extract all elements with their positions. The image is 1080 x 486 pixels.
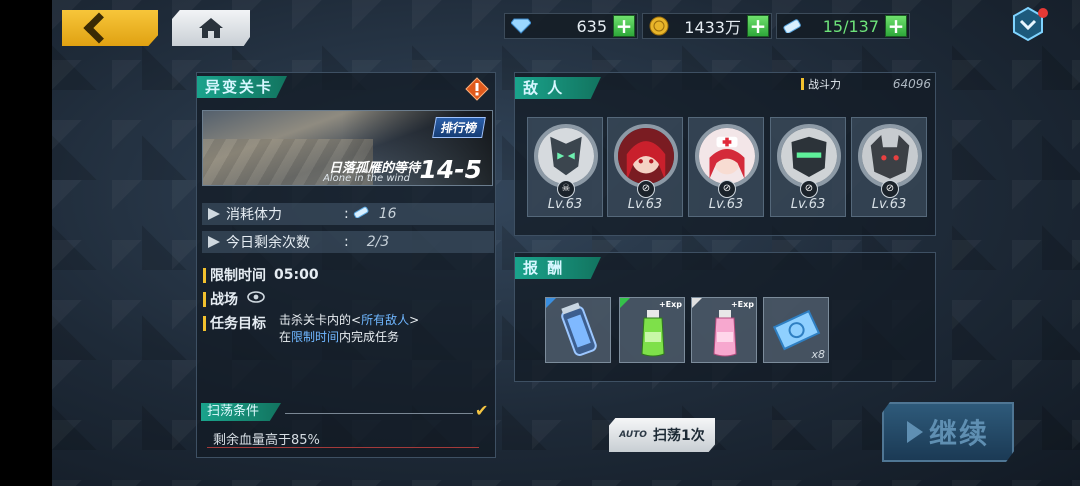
sweep-label: 扫荡1次 [652, 428, 705, 444]
stamina-cost-row: 消耗体力 : 16 [202, 203, 494, 225]
sweep-condition-title: 扫荡条件 [201, 403, 281, 421]
enemy-card[interactable]: ⊘ Lv.63 [851, 117, 927, 217]
item-count: x8 [811, 348, 825, 361]
enemy-level: Lv.63 [790, 197, 826, 212]
reward-item[interactable]: +Exp [619, 297, 685, 363]
exp-tag: +Exp [658, 300, 682, 309]
stamina-value: 15/137 [822, 16, 879, 36]
reward-item[interactable] [545, 297, 611, 363]
leaderboard-button[interactable]: 排行榜 [432, 117, 486, 138]
slash-type-icon: ⊘ [800, 180, 818, 198]
reward-panel: 报 酬 +Exp +Exp x8 [514, 252, 936, 382]
stamina-syringe-icon [781, 14, 805, 38]
attempts-row: 今日剩余次数 : 2/3 [202, 231, 494, 253]
slash-type-icon: ⊘ [881, 180, 899, 198]
arrow-icon [208, 236, 220, 248]
cost-separator: : [344, 206, 349, 222]
stage-panel-title: 异变关卡 [197, 76, 287, 98]
divider [285, 413, 473, 414]
continue-label: 继续 [928, 417, 989, 450]
attempts-label: 今日剩余次数 [226, 235, 310, 251]
stamina-counter: 15/137 + [776, 13, 910, 39]
home-icon [199, 18, 223, 38]
enemy-panel-title: 敌 人 [515, 77, 601, 99]
notification-dot [1038, 8, 1048, 18]
enemy-portrait-nurse [695, 124, 759, 188]
diamond-icon [509, 14, 533, 38]
enemy-level: Lv.63 [627, 197, 663, 212]
time-value: 05:00 [274, 267, 319, 283]
power-label: 战斗力 [808, 78, 841, 91]
combat-power: 战斗力 64096 [801, 75, 935, 93]
reward-item[interactable]: +Exp [691, 297, 757, 363]
enemy-portrait-red-hair [614, 124, 678, 188]
eye-icon[interactable] [246, 290, 266, 308]
enemy-level: Lv.63 [708, 197, 744, 212]
skull-type-icon: ☠ [557, 180, 575, 198]
sweep-once-button[interactable]: AUTO 扫荡1次 [609, 418, 715, 452]
add-gold-button[interactable]: + [747, 15, 769, 37]
enemy-portrait-armored [534, 124, 598, 188]
enemy-card[interactable]: ⊘ Lv.63 [607, 117, 683, 217]
stage-subtitle: Alone in the wind [323, 173, 410, 184]
back-button[interactable] [62, 10, 158, 46]
gems-counter: 635 + [504, 13, 638, 39]
reward-item[interactable]: x8 [763, 297, 829, 363]
gems-value: 635 [576, 16, 607, 36]
attempts-value: 2/3 [366, 234, 390, 250]
sweep-condition-text: 剩余血量高于85% [213, 433, 320, 448]
stage-info-panel: 异变关卡 排行榜 日落孤雁的等待 Alone in the wind 14-5 … [196, 72, 496, 458]
enemy-card[interactable]: ☠ Lv.63 [527, 117, 603, 217]
enemy-level: Lv.63 [547, 197, 583, 212]
add-gems-button[interactable]: + [613, 15, 635, 37]
stamina-syringe-icon [353, 206, 371, 222]
time-label: 限制时间 [210, 268, 266, 284]
cost-label: 消耗体力 [226, 207, 282, 223]
enemy-portrait-beast [858, 124, 922, 188]
enemy-level: Lv.63 [871, 197, 907, 212]
slash-type-icon: ⊘ [637, 180, 655, 198]
goal-line-1: 击杀关卡内的<所有敌人> [279, 313, 420, 327]
condition-underline [207, 447, 479, 448]
continue-button[interactable]: 继续 [882, 402, 1014, 462]
slash-type-icon: ⊘ [718, 180, 736, 198]
goal-line-2: 在限制时间内完成任务 [279, 330, 400, 344]
gold-value: 1433万 [684, 18, 741, 37]
battlefield-row: 战场 [203, 289, 266, 309]
checkmark-icon: ✔ [475, 401, 489, 420]
power-value: 64096 [892, 77, 931, 91]
exp-tag: +Exp [730, 300, 754, 309]
reward-panel-title: 报 酬 [515, 257, 601, 279]
goal-label: 任务目标 [210, 316, 266, 332]
gold-coin-icon [647, 14, 671, 38]
enemy-portrait-robot [777, 124, 841, 188]
mission-goal-row: 任务目标 [203, 313, 266, 333]
game-screen: 635 + 1433万 + 15/137 + 异变关卡 排行榜 日落孤雁的等待 … [52, 0, 1080, 486]
arrow-icon [208, 208, 220, 220]
mission-goal-text: 击杀关卡内的<所有敌人> 在限制时间内完成任务 [279, 312, 419, 346]
attempts-separator: : [344, 234, 349, 250]
home-button[interactable] [172, 10, 250, 46]
field-label: 战场 [210, 292, 238, 308]
warning-icon[interactable] [465, 77, 489, 101]
add-stamina-button[interactable]: + [885, 15, 907, 37]
enemy-card[interactable]: ⊘ Lv.63 [688, 117, 764, 217]
time-limit-row: 限制时间 05:00 [203, 265, 319, 285]
enemy-card[interactable]: ⊘ Lv.63 [770, 117, 846, 217]
gold-counter: 1433万 + [642, 13, 772, 39]
enemy-panel: 敌 人 战斗力 64096 ☠ Lv.63 ⊘ Lv.63 ⊘ Lv.63 ⊘ … [514, 72, 936, 236]
stage-thumbnail[interactable]: 排行榜 日落孤雁的等待 Alone in the wind 14-5 [202, 110, 493, 186]
back-chevron-icon [83, 12, 115, 44]
stage-number: 14-5 [419, 155, 482, 184]
auto-icon: AUTO [619, 430, 647, 440]
play-icon [906, 421, 923, 443]
cost-value: 16 [378, 206, 397, 222]
